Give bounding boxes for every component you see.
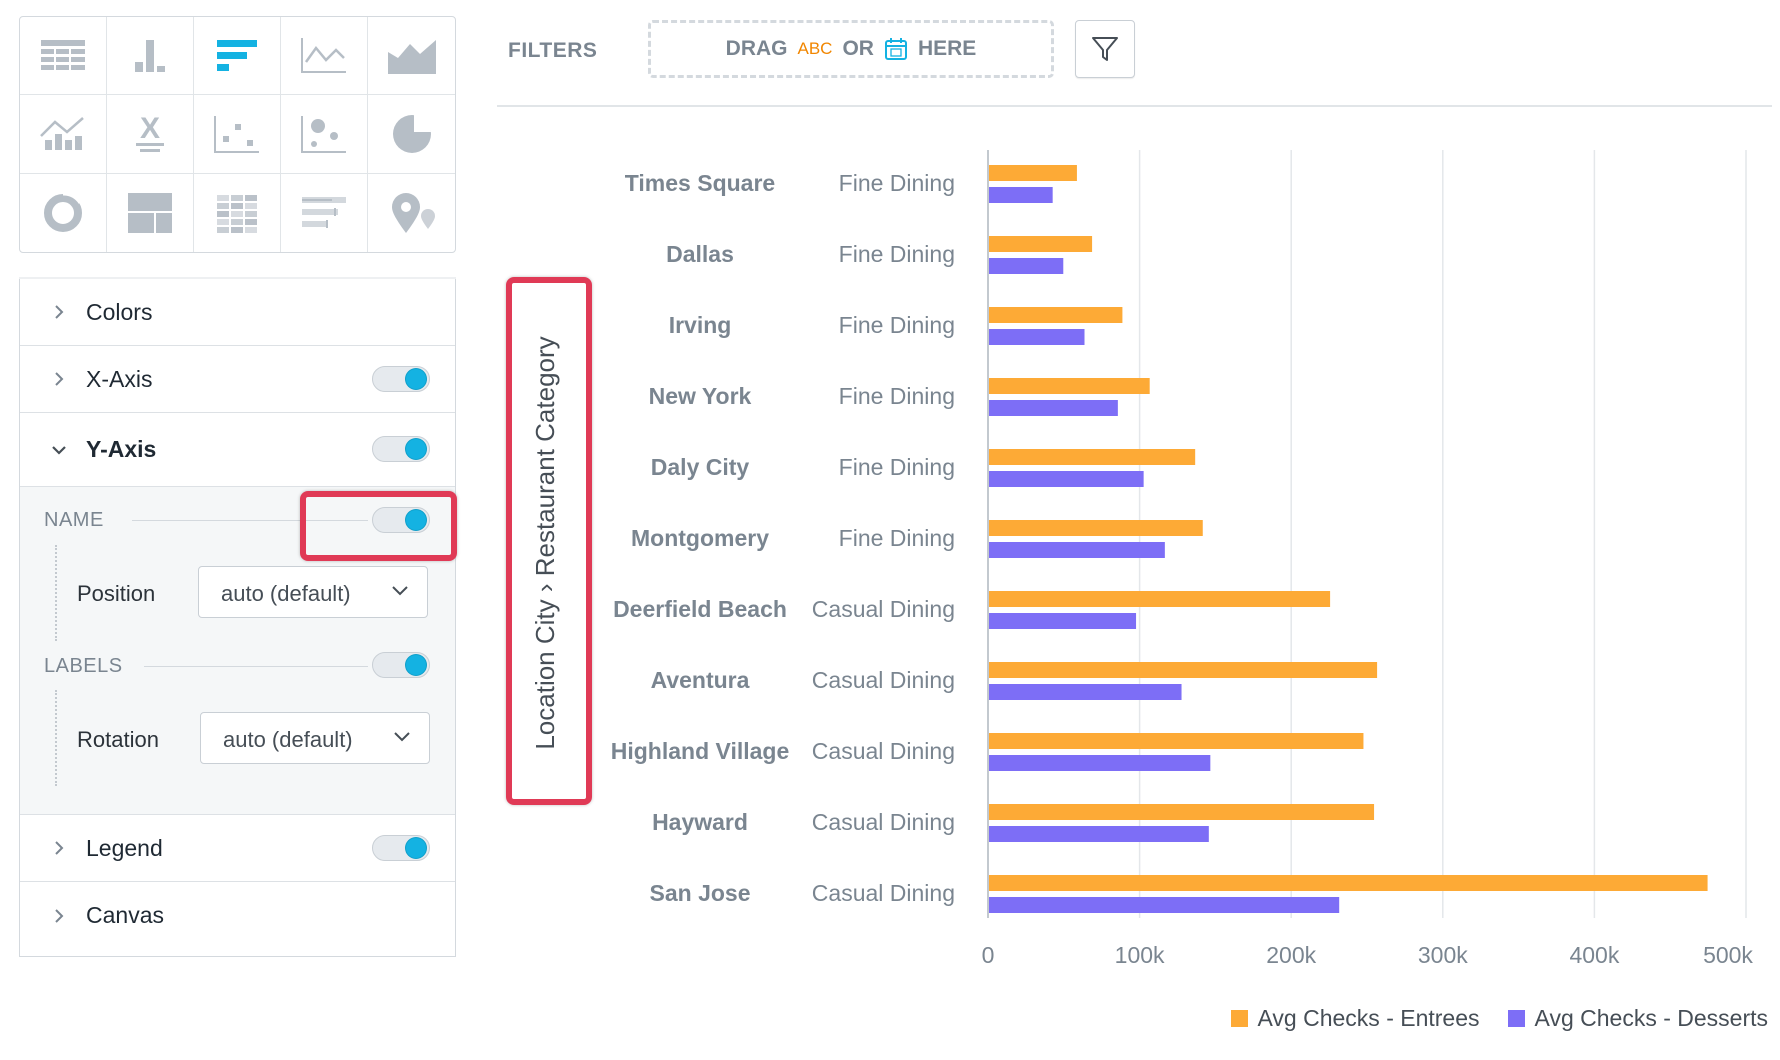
bar-desserts[interactable] (989, 400, 1118, 416)
y-tick-label-category: Casual Dining (812, 809, 955, 835)
y-tick-label-city: New York (649, 383, 752, 409)
bar-desserts[interactable] (989, 471, 1144, 487)
y-tick-label-category: Casual Dining (812, 880, 955, 906)
y-tick-label-city: Dallas (666, 241, 734, 267)
x-tick-label: 400k (1569, 942, 1619, 968)
legend-swatch (1230, 1010, 1248, 1027)
y-tick-label-city: Irving (669, 312, 732, 338)
y-tick-label-city: Montgomery (631, 525, 769, 551)
bar-entrees[interactable] (989, 804, 1375, 820)
bar-entrees[interactable] (989, 307, 1123, 323)
bar-desserts[interactable] (989, 897, 1340, 913)
bar-desserts[interactable] (989, 258, 1064, 274)
y-tick-label-category: Fine Dining (839, 454, 955, 480)
bar-entrees[interactable] (989, 662, 1378, 678)
highlight-box-axis-title (506, 277, 592, 805)
bar-desserts[interactable] (989, 613, 1137, 629)
x-tick-label: 200k (1266, 942, 1316, 968)
y-tick-label-city: Hayward (652, 809, 748, 835)
bar-desserts[interactable] (989, 187, 1053, 203)
x-tick-label: 100k (1115, 942, 1165, 968)
legend-label: Avg Checks - Entrees (1257, 1005, 1480, 1031)
bar-entrees[interactable] (989, 520, 1203, 536)
chart-legend: Avg Checks - Entrees Avg Checks - Dessert… (1230, 1005, 1768, 1032)
bar-entrees[interactable] (989, 449, 1196, 465)
y-tick-label-city: Times Square (625, 170, 775, 196)
bar-entrees[interactable] (989, 591, 1331, 607)
y-tick-label-category: Fine Dining (839, 241, 955, 267)
x-tick-label: 500k (1703, 942, 1753, 968)
y-tick-label-city: San Jose (650, 880, 751, 906)
legend-label: Avg Checks - Desserts (1534, 1005, 1768, 1031)
y-tick-label-city: Aventura (651, 667, 750, 693)
bar-entrees[interactable] (989, 236, 1093, 252)
y-tick-label-category: Fine Dining (839, 525, 955, 551)
y-tick-label-city: Deerfield Beach (613, 596, 787, 622)
bar-entrees[interactable] (989, 378, 1150, 394)
y-tick-label-category: Casual Dining (812, 738, 955, 764)
bar-entrees[interactable] (989, 165, 1077, 181)
bar-desserts[interactable] (989, 542, 1165, 558)
bar-desserts[interactable] (989, 826, 1209, 842)
legend-item[interactable]: Avg Checks - Desserts (1507, 1005, 1768, 1032)
y-tick-label-category: Casual Dining (812, 596, 955, 622)
x-tick-label: 0 (982, 942, 995, 968)
bar-chart: Times Square Fine Dining Dallas Fine Dining… (530, 150, 1753, 968)
legend-swatch (1507, 1010, 1525, 1027)
bar-desserts[interactable] (989, 684, 1182, 700)
y-tick-label-city: Daly City (651, 454, 750, 480)
y-tick-label-category: Fine Dining (839, 170, 955, 196)
x-tick-label: 300k (1418, 942, 1468, 968)
y-tick-label-category: Fine Dining (839, 383, 955, 409)
bar-entrees[interactable] (989, 733, 1364, 749)
y-tick-label-category: Casual Dining (812, 667, 955, 693)
legend-item[interactable]: Avg Checks - Entrees (1230, 1005, 1480, 1032)
bar-desserts[interactable] (989, 329, 1085, 345)
y-tick-label-category: Fine Dining (839, 312, 955, 338)
bar-entrees[interactable] (989, 875, 1708, 891)
y-tick-label-city: Highland Village (611, 738, 790, 764)
bar-desserts[interactable] (989, 755, 1211, 771)
